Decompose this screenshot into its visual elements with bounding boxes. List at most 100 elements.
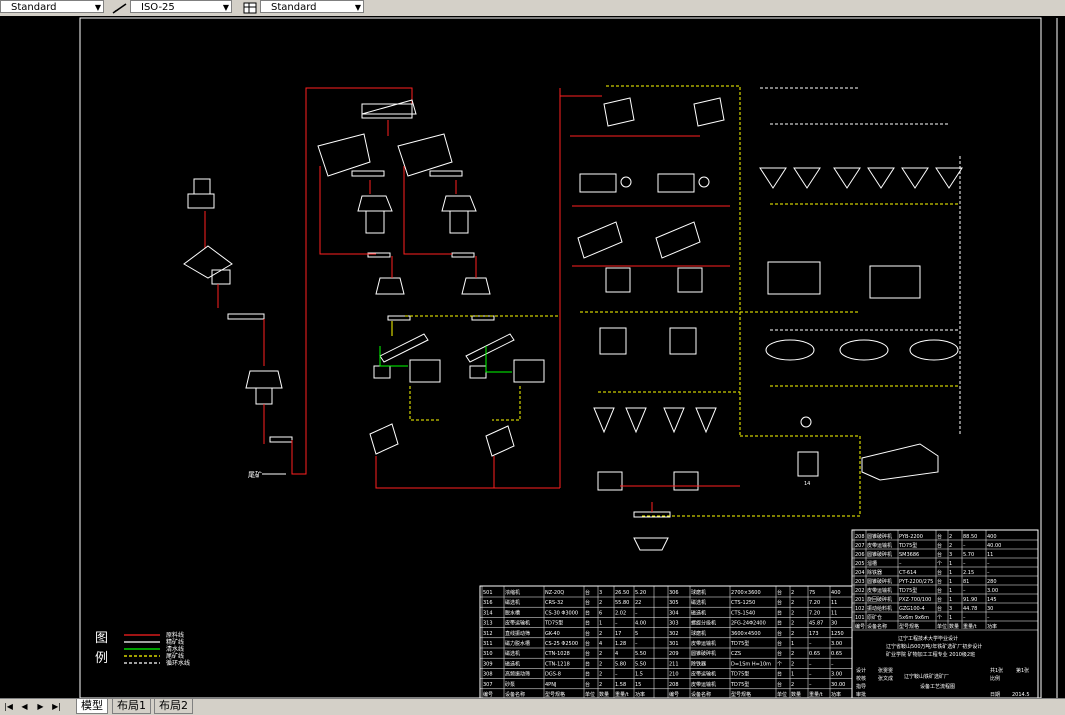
upper-table-cell: 振动给料机 <box>867 605 892 612</box>
lower-table-cell: 5.20 <box>635 590 646 596</box>
lower-table-cell: 2.02 <box>615 610 626 616</box>
legend-title-2: 例 <box>95 651 108 666</box>
upper-table-cell: 91.90 <box>963 597 977 603</box>
upper-table-cell: – <box>963 615 966 621</box>
upper-table-cell: 3 <box>949 552 952 558</box>
upper-table-cell: 圆锥破碎机 <box>867 578 892 585</box>
chevron-down-icon[interactable]: ▼ <box>223 1 229 12</box>
upper-table-cell: 圆锥破碎机 <box>867 533 892 540</box>
lower-table-cell: 30.00 <box>831 682 845 688</box>
lower-table-cell: CZS <box>731 651 741 657</box>
upper-table-cell: 101 <box>855 615 865 621</box>
lower-table-cell: 4PNJ <box>545 682 556 688</box>
style-toolbar: Standard ▼ ISO-25 ▼ Standard ▼ <box>0 0 1065 17</box>
water-tank-icon <box>797 451 819 477</box>
approve-label: 审批 <box>856 691 866 698</box>
lower-table-cell: 312 <box>483 631 493 637</box>
vibrating-screen-icon-2 <box>397 133 453 177</box>
lower-table-cell: 设备名称 <box>691 691 711 698</box>
lower-table-cell: 55.80 <box>615 600 629 606</box>
upper-table-cell: 1 <box>949 615 952 621</box>
magnetic-separator-icon-8 <box>669 327 697 355</box>
upper-table-cell: 203 <box>855 579 865 585</box>
upper-table-cell: 145 <box>987 597 997 603</box>
dewatering-section: 14 <box>640 87 963 517</box>
lower-table-cell: – <box>635 610 638 616</box>
dewatering-cone-4 <box>695 407 717 434</box>
lower-table-cell: 11 <box>831 610 837 616</box>
lower-table-cell: 皮带运输机 <box>691 671 716 678</box>
lower-table-cell: 磁选机 <box>505 599 520 606</box>
table-style-icon[interactable] <box>242 0 258 14</box>
ball-mill-icon-3 <box>579 173 617 193</box>
model-space-canvas[interactable]: 尾矿 14 图 例 原料线 精矿线 清水线 尾矿线 循环水线 208 圆锥破碎机… <box>0 16 1065 700</box>
lower-table-cell: 台 <box>777 640 782 647</box>
last-tab-button[interactable]: ▶| <box>51 701 62 712</box>
chevron-down-icon[interactable]: ▼ <box>355 1 361 12</box>
lower-table-cell: NZ-20Q <box>545 590 564 596</box>
upper-table-cell: 2 <box>949 534 952 540</box>
legend-label-1: 精矿线 <box>166 638 184 646</box>
dim-style-combo[interactable]: ISO-25 ▼ <box>130 0 232 13</box>
lower-table-cell: TD75型 <box>730 640 749 647</box>
first-tab-button[interactable]: |◀ <box>3 701 14 712</box>
lower-table-cell: TD75型 <box>730 671 749 678</box>
upper-table-cell: 台 <box>937 596 942 603</box>
prev-tab-button[interactable]: ◀ <box>19 701 30 712</box>
upper-table-cell: 3 <box>949 606 952 612</box>
pump-number-label: 14 <box>804 481 810 487</box>
upper-table-cell: – <box>987 561 990 567</box>
next-tab-button[interactable]: ▶ <box>35 701 46 712</box>
lower-table-cell: 313 <box>483 621 493 627</box>
ball-mill-icon-1 <box>409 359 441 383</box>
lower-table-cell: CS-25 Φ2500 <box>545 641 578 647</box>
tab-model[interactable]: 模型 <box>76 699 108 714</box>
text-style-combo[interactable]: Standard ▼ <box>0 0 104 13</box>
lower-table-cell: 台 <box>585 630 590 637</box>
upper-table-cell: 2 <box>949 543 952 549</box>
upper-table-cell: 1 <box>949 588 952 594</box>
upper-table-cell: 88.50 <box>963 534 977 540</box>
upper-table-cell: 台 <box>937 578 942 585</box>
lower-table-cell: 30 <box>831 621 837 627</box>
sheets-total: 共1张 <box>990 667 1003 674</box>
lower-table-cell: CRS-32 <box>545 600 563 606</box>
lower-table-cell: 编号 <box>669 691 679 698</box>
lower-table-cell: 脱水槽 <box>505 609 520 616</box>
lower-table-cell: TD75型 <box>730 681 749 688</box>
upper-parts-table: 208 圆锥破碎机 PYB-2200 台 2 88.50 400207 皮带运输机 TD75型台… <box>852 530 1039 631</box>
table-style-combo[interactable]: Standard ▼ <box>260 0 364 13</box>
regrinding-section <box>559 85 860 551</box>
tab-layout2[interactable]: 布局2 <box>154 699 193 714</box>
vacuum-filter-icon-2 <box>869 265 921 299</box>
lower-table-cell: – <box>615 672 618 678</box>
dewatering-cone-2 <box>625 407 647 434</box>
upper-table-cell: 206 <box>855 552 865 558</box>
dimension-style-icon[interactable] <box>112 0 128 14</box>
lower-table-cell: CTS-1540 <box>731 610 755 616</box>
water-line-2 <box>485 346 512 373</box>
text-style-value: Standard <box>11 2 57 13</box>
lower-table-cell: 3.00 <box>831 672 842 678</box>
upper-table-cell: – <box>987 570 990 576</box>
upper-table-cell: SM3686 <box>899 552 919 558</box>
tab-layout1[interactable]: 布局1 <box>112 699 151 714</box>
vacuum-filter-icon-1 <box>767 261 821 295</box>
lower-table-cell: 3600×4500 <box>731 631 761 637</box>
dim-style-value: ISO-25 <box>141 2 175 13</box>
upper-table-cell: TD75型 <box>898 587 917 594</box>
chevron-down-icon[interactable]: ▼ <box>95 1 101 12</box>
cone-crusher-icon-2 <box>357 195 393 212</box>
sand-pump-icon-1 <box>597 471 623 491</box>
lower-table-cell: 功率 <box>831 691 841 698</box>
lower-table-cell: 2 <box>791 682 794 688</box>
upper-table-cell: 皮带运输机 <box>867 587 892 594</box>
upper-table-cell: 功率 <box>987 623 997 630</box>
designer-name: 张雯雯 <box>878 667 893 674</box>
upper-table-cell: 台 <box>937 551 942 558</box>
lower-table-cell: 3.00 <box>831 641 842 647</box>
secondary-crushing-section <box>317 99 495 321</box>
lower-table-cell: 305 <box>669 600 679 606</box>
lower-table-cell: 高频振动筛 <box>505 671 530 678</box>
sheet-no: 第1张 <box>1016 667 1029 674</box>
